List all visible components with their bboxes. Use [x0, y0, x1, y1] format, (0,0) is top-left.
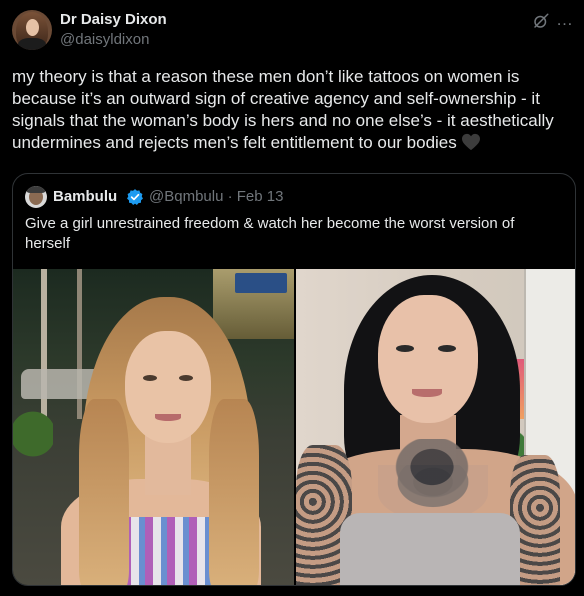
author-avatar[interactable]	[12, 10, 52, 50]
photo-woman-with-tattoos[interactable]	[296, 269, 575, 585]
quoted-tweet-text: Give a girl unrestrained freedom & watch…	[25, 215, 515, 252]
tweet-body: my theory is that a reason these men don…	[12, 66, 574, 154]
grok-icon[interactable]	[532, 12, 550, 30]
quoted-author-avatar[interactable]	[25, 186, 47, 208]
photo-woman-no-tattoos[interactable]	[13, 269, 294, 585]
tweet-post[interactable]: Dr Daisy Dixon @daisyldixon … my theory …	[0, 0, 584, 596]
author-handle[interactable]: @daisyldixon	[60, 31, 149, 48]
quoted-author-name[interactable]: Bambulu	[53, 188, 117, 205]
black-heart-icon	[461, 133, 480, 151]
quoted-tweet[interactable]: Bambulu @Bqmbulu · Feb 13 Give a girl un…	[12, 173, 576, 586]
more-options-icon[interactable]: …	[556, 10, 574, 30]
quoted-handle-date[interactable]: @Bqmbulu · Feb 13	[149, 188, 283, 205]
author-name[interactable]: Dr Daisy Dixon	[60, 11, 167, 28]
verified-badge-icon	[127, 189, 143, 205]
